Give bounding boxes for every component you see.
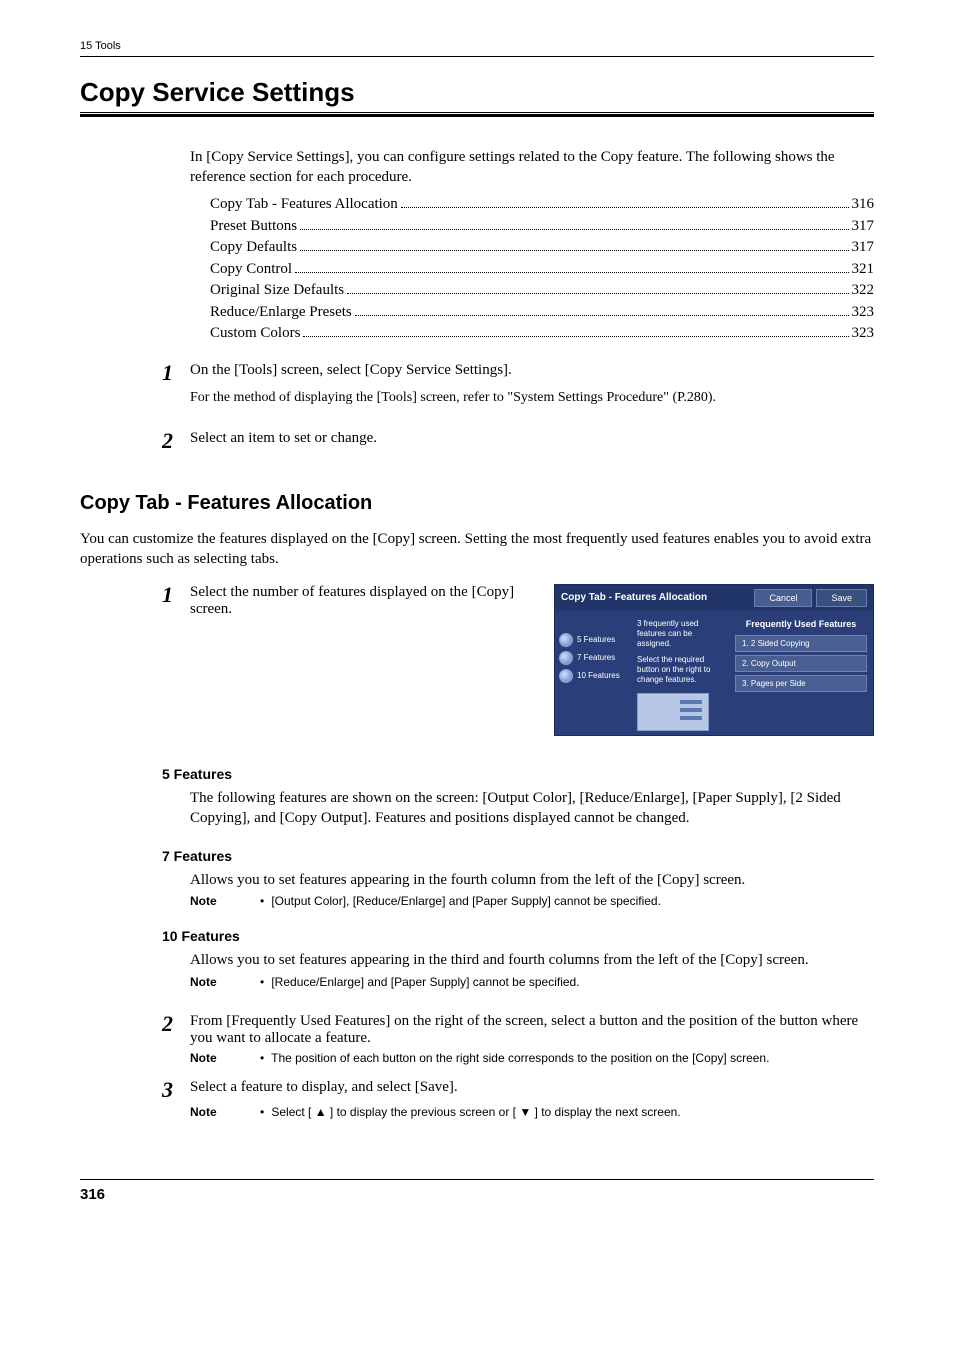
radio-label: 10 Features xyxy=(577,671,620,680)
step-item: 2 From [Frequently Used Features] on the… xyxy=(162,1013,874,1047)
toc-label: Original Size Defaults xyxy=(210,282,344,299)
toc-page: 316 xyxy=(852,196,875,213)
radio-5-features[interactable]: 5 Features xyxy=(559,633,629,647)
toc-label: Preset Buttons xyxy=(210,218,297,235)
toc-page: 323 xyxy=(852,325,875,342)
feature-slot-3[interactable]: 3. Pages per Side xyxy=(735,675,867,692)
bullet-icon: • xyxy=(260,1051,268,1065)
step-item: 2 Select an item to set or change. xyxy=(162,430,874,452)
toc-leader xyxy=(300,237,848,252)
dialog-title: Copy Tab - Features Allocation xyxy=(561,592,750,603)
toc-label: Custom Colors xyxy=(210,325,300,342)
section-heading: Copy Tab - Features Allocation xyxy=(80,492,874,515)
bullet-icon: • xyxy=(260,1105,268,1119)
toc-leader xyxy=(295,258,848,273)
running-header: 15 Tools xyxy=(80,40,874,57)
toc-label: Copy Defaults xyxy=(210,239,297,256)
save-button[interactable]: Save xyxy=(816,589,867,607)
radio-icon xyxy=(559,669,573,683)
toc-leader xyxy=(303,323,848,338)
step-number: 1 xyxy=(162,362,190,384)
toc-page: 317 xyxy=(852,218,875,235)
step-text: From [Frequently Used Features] on the r… xyxy=(190,1013,874,1047)
note-row: Note • [Reduce/Enlarge] and [Paper Suppl… xyxy=(190,975,874,989)
toc-page: 323 xyxy=(852,304,875,321)
toc-page: 322 xyxy=(852,282,875,299)
toc-row: Copy Control 321 xyxy=(210,258,874,278)
toc-label: Copy Tab - Features Allocation xyxy=(210,196,398,213)
subsection-heading: 10 Features xyxy=(162,928,874,944)
toc-label: Copy Control xyxy=(210,261,292,278)
step-text: Select an item to set or change. xyxy=(190,430,874,447)
step-number: 2 xyxy=(162,1013,190,1035)
layout-preview-icon xyxy=(637,693,709,731)
toc-row: Reduce/Enlarge Presets 323 xyxy=(210,301,874,321)
note-label: Note xyxy=(190,1051,260,1065)
subsection-text: Allows you to set features appearing in … xyxy=(190,870,874,890)
toc-row: Copy Defaults 317 xyxy=(210,237,874,257)
toc-leader xyxy=(347,280,848,295)
step-item: 1 On the [Tools] screen, select [Copy Se… xyxy=(162,362,874,384)
radio-icon xyxy=(559,633,573,647)
note-row: Note • [Output Color], [Reduce/Enlarge] … xyxy=(190,894,874,908)
step-number: 2 xyxy=(162,430,190,452)
toc-page: 321 xyxy=(852,261,875,278)
note-text: Select [ ▲ ] to display the previous scr… xyxy=(271,1105,680,1119)
toc-label: Reduce/Enlarge Presets xyxy=(210,304,352,321)
intro-paragraph: In [Copy Service Settings], you can conf… xyxy=(190,147,874,188)
toc-row: Custom Colors 323 xyxy=(210,323,874,343)
step-number: 3 xyxy=(162,1079,190,1101)
note-label: Note xyxy=(190,1105,260,1119)
note-text: The position of each button on the right… xyxy=(271,1051,769,1065)
feature-slot-2[interactable]: 2. Copy Output xyxy=(735,655,867,672)
subsection-heading: 5 Features xyxy=(162,766,874,782)
note-label: Note xyxy=(190,894,260,908)
step-item: 3 Select a feature to display, and selec… xyxy=(162,1079,874,1101)
bullet-icon: • xyxy=(260,894,268,908)
radio-10-features[interactable]: 10 Features xyxy=(559,669,629,683)
radio-7-features[interactable]: 7 Features xyxy=(559,651,629,665)
toc-leader xyxy=(300,215,848,230)
bullet-icon: • xyxy=(260,975,268,989)
step-text: Select the number of features displayed … xyxy=(190,584,540,618)
screenshot-panel: Copy Tab - Features Allocation Cancel Sa… xyxy=(554,584,874,736)
toc-leader xyxy=(401,194,849,209)
toc-leader xyxy=(355,301,849,316)
step-subtext: For the method of displaying the [Tools]… xyxy=(190,390,874,406)
radio-icon xyxy=(559,651,573,665)
hint-text: Select the required button on the right … xyxy=(637,655,727,685)
radio-label: 7 Features xyxy=(577,653,615,662)
note-text: [Output Color], [Reduce/Enlarge] and [Pa… xyxy=(271,894,661,908)
title-rule xyxy=(80,112,874,117)
radio-label: 5 Features xyxy=(577,635,615,644)
section-intro: You can customize the features displayed… xyxy=(80,529,874,570)
page-number: 316 xyxy=(80,1179,874,1203)
frequently-used-header: Frequently Used Features xyxy=(735,615,867,635)
hint-text: 3 frequently used features can be assign… xyxy=(637,619,727,649)
toc-page: 317 xyxy=(852,239,875,256)
cancel-button[interactable]: Cancel xyxy=(754,589,812,607)
step-text: On the [Tools] screen, select [Copy Serv… xyxy=(190,362,874,379)
note-row: Note • The position of each button on th… xyxy=(190,1051,874,1065)
step-number: 1 xyxy=(162,584,190,606)
note-label: Note xyxy=(190,975,260,989)
toc-row: Copy Tab - Features Allocation 316 xyxy=(210,194,874,214)
page-title: Copy Service Settings xyxy=(80,77,874,108)
toc-list: Copy Tab - Features Allocation 316 Prese… xyxy=(210,194,874,343)
step-item: 1 Select the number of features displaye… xyxy=(162,584,540,618)
feature-slot-1[interactable]: 1. 2 Sided Copying xyxy=(735,635,867,652)
toc-row: Preset Buttons 317 xyxy=(210,215,874,235)
note-text: [Reduce/Enlarge] and [Paper Supply] cann… xyxy=(271,975,579,989)
subsection-text: Allows you to set features appearing in … xyxy=(190,950,874,970)
subsection-heading: 7 Features xyxy=(162,848,874,864)
note-row: Note • Select [ ▲ ] to display the previ… xyxy=(190,1105,874,1119)
subsection-text: The following features are shown on the … xyxy=(190,788,874,829)
step-text: Select a feature to display, and select … xyxy=(190,1079,874,1096)
toc-row: Original Size Defaults 322 xyxy=(210,280,874,300)
